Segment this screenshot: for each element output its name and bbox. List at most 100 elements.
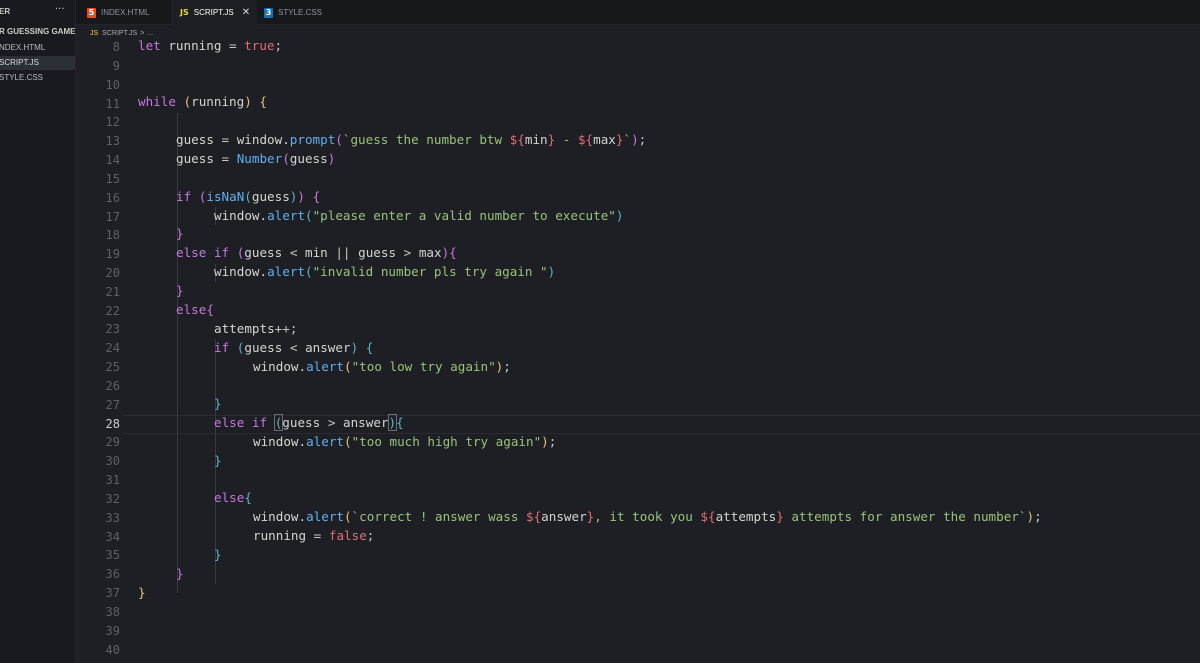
line-number: 25 [105, 360, 120, 374]
token: ; [638, 132, 647, 147]
token: ) [615, 208, 624, 223]
line-number: 31 [105, 473, 120, 487]
token: alert [267, 208, 305, 223]
token: ( [344, 359, 352, 374]
token: isNaN [206, 189, 245, 204]
token: answer [305, 340, 351, 355]
token: if [214, 340, 230, 355]
token: false [328, 528, 367, 543]
token: { [396, 415, 404, 430]
token: guess [289, 151, 328, 166]
line-number: 35 [105, 548, 120, 562]
project-folder[interactable]: R GUESSING GAME [0, 27, 75, 36]
token: running [168, 38, 222, 53]
token: ` [623, 132, 632, 147]
line-number: 16 [105, 191, 120, 205]
line-number: 26 [105, 379, 120, 393]
line-number-current: 28 [105, 417, 120, 431]
code-line: window.alert(`correct ! answer wass ${an… [253, 508, 1042, 526]
token: guess [282, 415, 321, 430]
token: else [176, 245, 207, 260]
line-number: 8 [112, 40, 120, 54]
line-number: 17 [105, 210, 120, 224]
token: if [213, 245, 230, 260]
token: > [327, 415, 336, 430]
token: } [176, 283, 184, 298]
code-line: else{ [176, 301, 214, 319]
token: ( [344, 509, 352, 524]
token: < [289, 245, 298, 260]
token: "invalid number pls try again " [312, 264, 548, 279]
code-editor[interactable]: let running = true; while (running) { gu… [138, 0, 1200, 663]
explorer-header: ER ··· [0, 0, 75, 25]
code-line: } [214, 395, 222, 413]
indent-guide [215, 509, 216, 547]
token: } [214, 453, 222, 468]
token: ++ [274, 321, 290, 336]
sidebar-file-script-js[interactable]: SCRIPT.JS [0, 56, 75, 70]
token: ; [274, 38, 283, 53]
token: "please enter a valid number to execute" [312, 208, 616, 223]
line-number: 12 [105, 115, 120, 129]
token: } [176, 226, 184, 241]
token: ; [366, 528, 375, 543]
token: ; [503, 359, 511, 374]
token: min [524, 132, 548, 147]
token: window. [253, 434, 307, 449]
token: { [449, 245, 457, 260]
token: ${ [525, 509, 542, 524]
token: ; [1034, 509, 1042, 524]
token: } [176, 566, 184, 581]
sidebar-file-index-html[interactable]: NDEX.HTML [0, 41, 75, 55]
code-line: running = false; [253, 527, 374, 545]
more-actions-icon[interactable]: ··· [55, 4, 65, 15]
line-number: 23 [105, 322, 120, 336]
code-line: } [138, 584, 146, 602]
token: if [251, 415, 268, 430]
line-number: 22 [105, 304, 120, 318]
token: attempts [214, 321, 275, 336]
token: window. [236, 132, 290, 147]
token: - [555, 132, 578, 147]
code-line: else{ [214, 489, 252, 507]
sidebar-file-style-css[interactable]: STYLE.CSS [0, 71, 75, 85]
code-line: window.alert("please enter a valid numbe… [214, 207, 623, 225]
token: ; [289, 321, 298, 336]
token: window. [253, 359, 307, 374]
token: ) [547, 264, 556, 279]
token: max [593, 132, 616, 147]
line-number: 29 [105, 435, 120, 449]
line-number: 27 [105, 398, 120, 412]
token: attempts for answer the number` [783, 509, 1027, 524]
code-line: } [214, 546, 222, 564]
token: prompt [289, 132, 336, 147]
token: } [214, 396, 222, 411]
token: true [244, 38, 275, 53]
token: else [176, 302, 207, 317]
line-number: 15 [105, 172, 120, 186]
token: running [191, 94, 245, 109]
line-number: 24 [105, 341, 120, 355]
token: alert [306, 359, 344, 374]
token: = [221, 151, 230, 166]
token: answer [343, 415, 389, 430]
token: window. [214, 208, 268, 223]
token: { [365, 340, 374, 355]
line-number: 34 [105, 530, 120, 544]
token: ( [335, 132, 343, 147]
token: ${ [577, 132, 594, 147]
token: guess [251, 189, 290, 204]
code-line-current: else if (guess > answer){ [214, 414, 404, 432]
line-number: 20 [105, 266, 120, 280]
line-number: 33 [105, 511, 120, 525]
token: guess [176, 132, 214, 147]
code-line: while (running) { [138, 93, 267, 111]
token: ${ [509, 132, 525, 147]
token-bracket-match: ) [387, 414, 398, 431]
token: `guess the number btw [342, 132, 510, 147]
token: else [214, 415, 245, 430]
line-number: 38 [105, 605, 120, 619]
token: ) [350, 340, 359, 355]
code-line: window.alert("too much high try again"); [253, 433, 556, 451]
token: alert [267, 264, 305, 279]
